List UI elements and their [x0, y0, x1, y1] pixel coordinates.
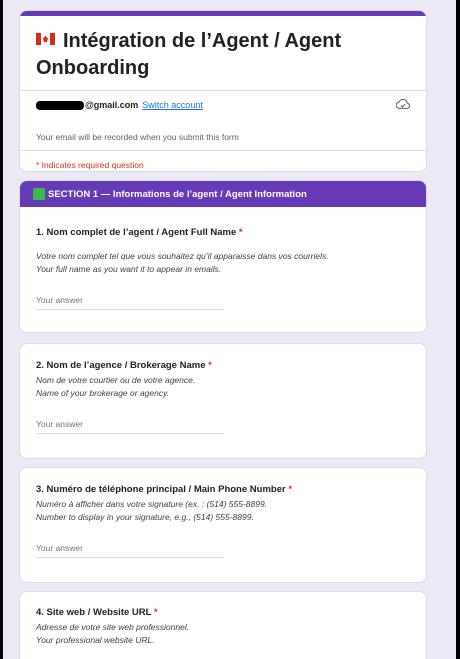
question-title-text: 2. Nom de l’agence / Brokerage Name: [36, 360, 206, 371]
required-asterisk: *: [153, 607, 158, 618]
question-title: 3. Numéro de téléphone principal / Main …: [36, 484, 410, 495]
question-title: 1. Nom complet de l’agent / Agent Full N…: [36, 227, 410, 238]
question-1: 1. Nom complet de l’agent / Agent Full N…: [20, 207, 426, 310]
cloud-save-icon[interactable]: [396, 98, 410, 110]
form-title-line2: Onboarding: [36, 57, 150, 79]
header-divider-2: [20, 150, 426, 151]
section-title: SECTION 1 — Informations de l’agent / Ag…: [48, 188, 307, 200]
form-header-card: Intégration de l’Agent / Agent Onboardin…: [19, 10, 427, 172]
section-1-card: SECTION 1 — Informations de l’agent / Ag…: [19, 180, 427, 333]
question-description: Nom de votre courtier ou de votre agence…: [36, 374, 410, 400]
question-3-card: 3. Numéro de téléphone principal / Main …: [19, 467, 427, 583]
question-description: Votre nom complet tel que vous souhaitez…: [36, 250, 410, 276]
question-title-text: 1. Nom complet de l’agent / Agent Full N…: [36, 227, 237, 238]
question-title: 4. Site web / Website URL *: [36, 607, 410, 618]
answer-input[interactable]: [36, 419, 224, 434]
window-border-right: [456, 0, 460, 659]
question-description-en: Your full name as you want it to appear …: [36, 264, 222, 274]
question-description-en: Number to display in your signature, e.g…: [36, 512, 254, 522]
header-divider: [20, 90, 426, 91]
question-title: 2. Nom de l’agence / Brokerage Name *: [36, 360, 410, 371]
question-4-card: 4. Site web / Website URL * Adresse de v…: [19, 591, 427, 659]
question-description-en: Your professional website URL.: [36, 635, 155, 645]
question-description-fr: Nom de votre courtier ou de votre agence…: [36, 375, 196, 385]
question-title-text: 4. Site web / Website URL: [36, 607, 152, 618]
question-description: Numéro à afficher dans votre signature (…: [36, 498, 410, 524]
question-2: 2. Nom de l’agence / Brokerage Name * No…: [20, 344, 426, 434]
question-title-text: 3. Numéro de téléphone principal / Main …: [36, 484, 286, 495]
form-title: Intégration de l’Agent / Agent Onboardin…: [20, 16, 426, 82]
required-asterisk: *: [238, 227, 243, 238]
question-description-fr: Votre nom complet tel que vous souhaitez…: [36, 251, 329, 261]
canada-flag-icon: [36, 33, 55, 45]
question-description: Adresse de votre site web professionnel.…: [36, 621, 410, 647]
question-description-en: Name of your brokerage or agency.: [36, 388, 170, 398]
email-domain: @gmail.com: [85, 100, 139, 110]
email-record-note: Your email will be recorded when you sub…: [36, 132, 239, 142]
form-title-line1: Intégration de l’Agent / Agent: [63, 30, 342, 52]
account-row: @gmail.com Switch account: [20, 95, 426, 115]
question-description-fr: Adresse de votre site web professionnel.: [36, 622, 190, 632]
question-description-fr: Numéro à afficher dans votre signature (…: [36, 499, 268, 509]
redacted-email: [36, 100, 84, 110]
required-asterisk: *: [288, 484, 293, 495]
switch-account-link[interactable]: Switch account: [142, 100, 203, 110]
section-header: SECTION 1 — Informations de l’agent / Ag…: [20, 181, 426, 207]
required-question-note: * Indicates required question: [36, 160, 144, 170]
green-square-icon: [33, 188, 45, 200]
required-asterisk: *: [208, 360, 212, 371]
answer-input[interactable]: [36, 543, 224, 558]
answer-input[interactable]: [36, 295, 224, 310]
question-3: 3. Numéro de téléphone principal / Main …: [20, 468, 426, 558]
question-4: 4. Site web / Website URL * Adresse de v…: [20, 592, 426, 647]
question-2-card: 2. Nom de l’agence / Brokerage Name * No…: [19, 343, 427, 459]
window-border-left: [0, 0, 3, 659]
